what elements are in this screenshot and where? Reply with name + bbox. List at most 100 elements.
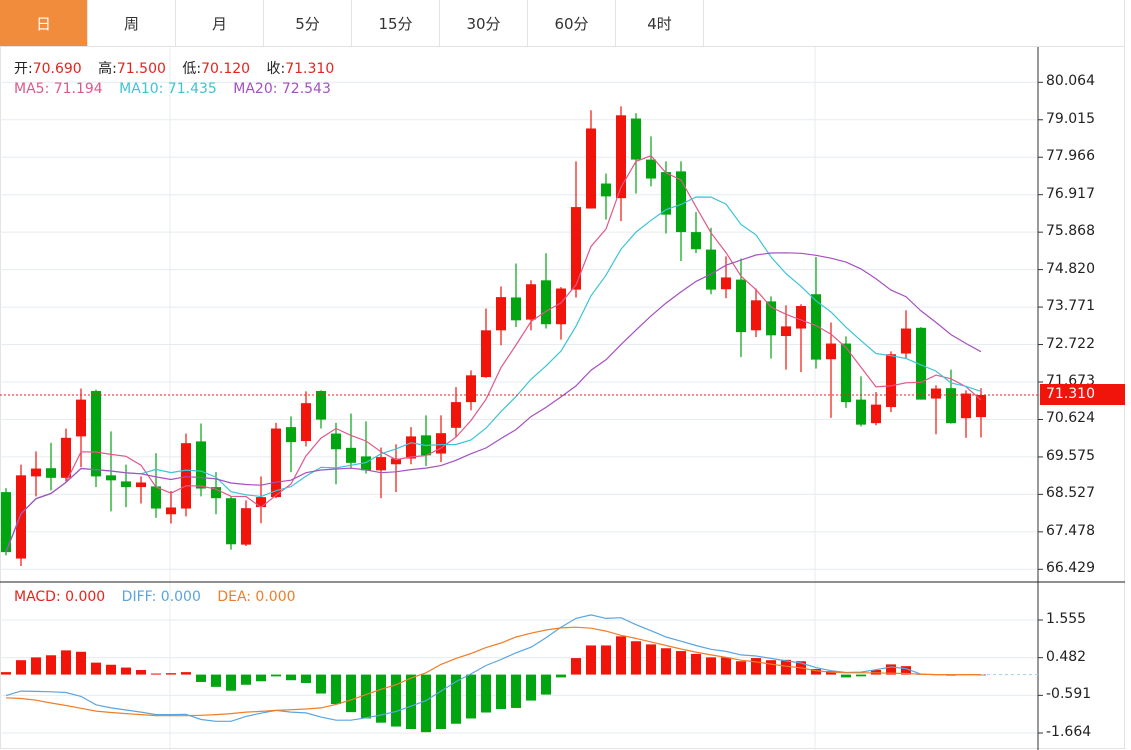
macd-bar [391,674,401,727]
ma10-legend: MA10: 71.435 [119,81,217,97]
open-label: 开: [14,61,33,77]
candle-down [106,475,116,481]
candle-up [616,115,626,199]
macd-bar [586,645,596,675]
macd-bar [181,672,191,675]
close-label: 收: [266,61,286,77]
price-tick-label: 66.429 [1046,560,1095,577]
macd-bar [61,650,71,675]
candle-down [706,249,716,290]
candle-up [376,457,386,471]
macd-bar [661,648,671,675]
macd-legend: MACD: 0.000 DIFF: 0.000 DEA: 0.000 [14,589,296,605]
high-value: 71.500 [116,61,166,77]
price-tick-label: 80.064 [1046,73,1095,90]
candle-up [301,403,311,442]
candle-up [796,306,806,329]
macd-bar [436,674,446,729]
macd-bar [151,673,161,675]
macd-bar [691,653,701,675]
candle-down [91,391,101,477]
candle-down [196,441,206,489]
macd-bar [571,658,581,675]
ma20-legend: MA20: 72.543 [233,81,331,97]
macd-bar [766,660,776,675]
candle-down [46,468,56,478]
macd-bar [121,667,131,675]
high-label: 高: [98,61,117,77]
macd-bar [91,662,101,675]
price-tick-label: 79.015 [1046,110,1095,127]
macd-tick-label: -0.591 [1046,686,1092,703]
macd-bar [76,651,86,675]
kline-chart[interactable] [0,0,1131,750]
macd-bar [46,655,56,675]
candle-up [781,326,791,337]
macd-bar [616,636,626,675]
diff-line [5,614,981,722]
macd-bar [481,674,491,713]
candle-up [886,354,896,408]
macd-bar [241,674,251,685]
candle-up [31,468,41,477]
candle-up [451,402,461,428]
ohlc-legend: 开:70.690 高:71.500 低:70.120 收:71.310 [14,58,334,78]
candle-up [976,394,986,418]
macd-bar [301,674,311,684]
macd-bar [511,674,521,708]
candle-up [271,428,281,498]
current-price-tag: 71.310 [1040,384,1125,406]
macd-bar [466,674,476,719]
macd-bar [16,660,26,675]
macd-bar [841,674,851,678]
candle-down [121,481,131,488]
macd-bar [421,674,431,733]
macd-bar [781,659,791,675]
candle-up [166,507,176,515]
macd-value: MACD: 0.000 [14,589,106,605]
candle-down [736,279,746,333]
price-tick-label: 73.771 [1046,298,1095,315]
candle-down [151,486,161,509]
macd-bar [196,674,206,682]
price-tick-label: 76.917 [1046,185,1095,202]
candle-up [61,437,71,478]
macd-bar [856,674,866,677]
candle-down [331,433,341,450]
candle-up [136,482,146,488]
macd-tick-label: 1.555 [1046,611,1087,627]
close-value: 71.310 [285,61,335,77]
macd-bar [106,664,116,675]
candle-up [586,128,596,209]
candle-up [556,288,566,325]
low-value: 70.120 [201,61,251,77]
candle-down [601,183,611,197]
candle-up [826,343,836,360]
macd-bar [751,658,761,675]
macd-bar [256,674,266,682]
macd-bar [541,674,551,695]
candle-up [406,436,416,459]
candle-down [631,118,641,160]
macd-tick-label: 0.482 [1046,648,1087,665]
candle-up [181,443,191,509]
price-tick-label: 68.527 [1046,485,1095,502]
macd-bar [646,644,656,675]
macd-bar [556,674,566,678]
macd-bar [736,661,746,675]
macd-bar [676,651,686,675]
macd-bar [526,674,536,701]
macd-bar [286,674,296,681]
ma5-legend: MA5: 71.194 [14,81,103,97]
candle-up [16,475,26,559]
candle-down [541,280,551,325]
macd-bar [601,645,611,675]
candle-up [466,375,476,403]
ma-legend: MA5: 71.194 MA10: 71.435 MA20: 72.543 [14,81,331,97]
dea-value: DEA: 0.000 [217,589,296,605]
macd-tick-label: -1.664 [1046,724,1092,740]
price-tick-label: 74.820 [1046,260,1095,277]
macd-bar [706,657,716,675]
candle-up [526,284,536,320]
candle-up [751,300,761,331]
